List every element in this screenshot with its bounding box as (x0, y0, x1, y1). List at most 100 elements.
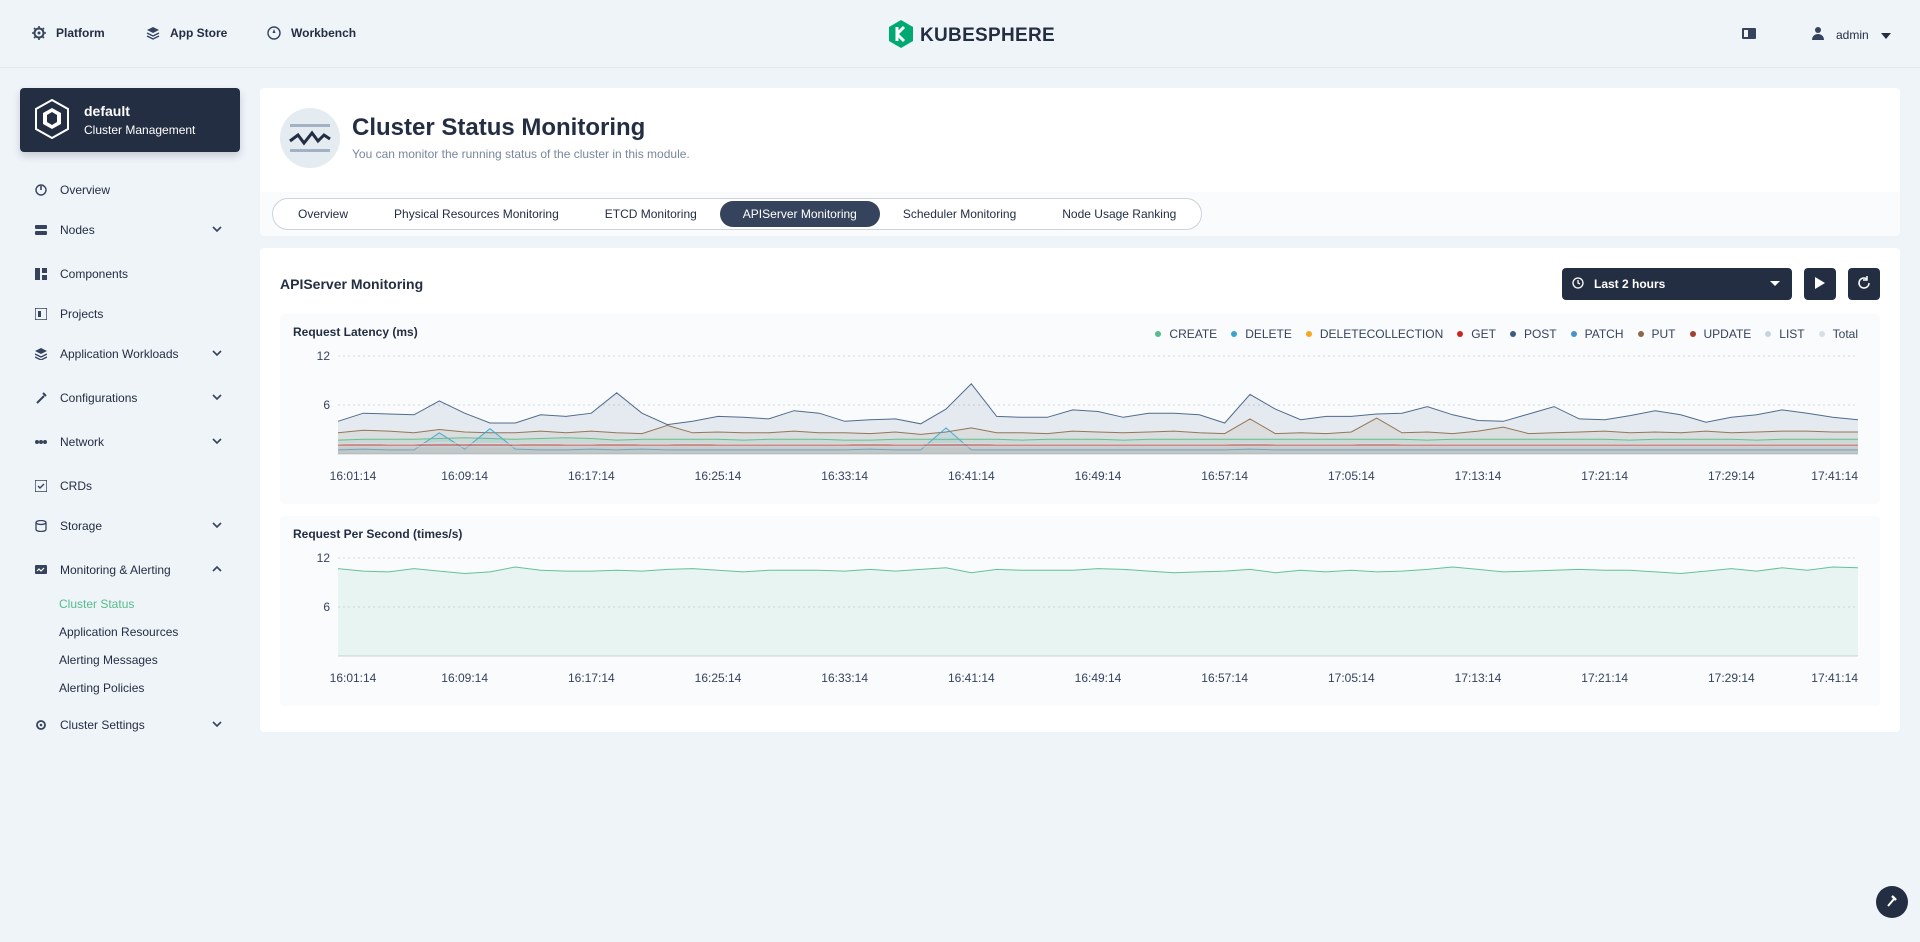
sidebar-subitem-cluster-status[interactable]: Cluster Status (59, 597, 134, 611)
sidebar-item-configurations[interactable]: Configurations (20, 386, 240, 410)
sidebar-item-label: CRDs (60, 479, 92, 493)
sidebar-item-label: Configurations (60, 391, 138, 405)
tab-scheduler-monitoring[interactable]: Scheduler Monitoring (880, 201, 1039, 227)
x-tick-label: 17:41:14 (1811, 671, 1858, 685)
nav-workbench-label: Workbench (291, 26, 357, 40)
cluster-subtitle: Cluster Management (84, 123, 196, 137)
apiserver-monitoring-panel: APIServer Monitoring Last 2 hours Reques… (260, 248, 1900, 732)
sidebar-item-label: Projects (60, 307, 104, 321)
cluster-selector[interactable]: default Cluster Management (20, 88, 240, 152)
page-header: Cluster Status Monitoring You can monito… (260, 88, 1900, 192)
tab-etcd-monitoring[interactable]: ETCD Monitoring (582, 201, 720, 227)
sidebar-item-components[interactable]: Components (20, 262, 240, 286)
user-menu[interactable]: admin (1812, 26, 1891, 43)
user-name: admin (1836, 27, 1869, 42)
sidebar-subitem-application-resources[interactable]: Application Resources (59, 625, 178, 639)
sidebar-item-network[interactable]: Network (20, 430, 240, 454)
x-tick-label: 16:33:14 (821, 469, 868, 483)
refresh-button[interactable] (1848, 268, 1880, 300)
tab-bar: Overview Physical Resources Monitoring E… (260, 192, 1900, 236)
logo-text: KUBESPHERE (920, 24, 1055, 46)
chevron-up-icon (210, 562, 224, 576)
x-tick-label: 16:41:14 (948, 671, 995, 685)
rps-chart-plot: 12 6 16:01:14 16:09:14 16:17:14 16:25:14 16:33… (317, 551, 1859, 685)
x-tick-label: 16:17:14 (568, 469, 615, 483)
kubesphere-logo[interactable]: KUBESPHERE (888, 20, 1055, 51)
sidebar-item-label: Components (60, 267, 129, 281)
wrench-icon (34, 391, 48, 405)
document-icon[interactable] (1742, 28, 1756, 39)
clock-icon (1572, 276, 1584, 292)
cluster-name: default (84, 103, 130, 119)
help-button[interactable] (1876, 886, 1908, 918)
x-tick-label: 16:17:14 (568, 671, 615, 685)
x-tick-label: 17:29:14 (1708, 469, 1755, 483)
settings-icon (34, 718, 48, 732)
panel-title: APIServer Monitoring (280, 276, 424, 292)
x-tick-label: 16:25:14 (695, 671, 742, 685)
chevron-down-icon (1880, 28, 1891, 42)
sidebar-item-label: Cluster Settings (60, 718, 145, 732)
x-tick-label: 17:05:14 (1328, 671, 1375, 685)
storage-icon (34, 519, 48, 533)
play-button[interactable] (1804, 268, 1836, 300)
sidebar-item-label: Storage (60, 519, 103, 533)
sidebar-item-nodes[interactable]: Nodes (20, 218, 240, 242)
series-area (338, 567, 1858, 656)
x-tick-label: 16:09:14 (441, 469, 488, 483)
user-icon (1812, 26, 1824, 43)
dashboard-icon (34, 183, 48, 197)
workloads-icon (34, 347, 48, 361)
sidebar-subitem-alerting-messages[interactable]: Alerting Messages (59, 653, 158, 667)
y-tick-label: 6 (323, 398, 330, 412)
y-tick-label: 12 (317, 551, 331, 565)
nav-app-store[interactable]: App Store (146, 26, 227, 40)
time-range-select[interactable]: Last 2 hours (1562, 268, 1792, 300)
chevron-down-icon (210, 390, 224, 404)
x-tick-label: 17:05:14 (1328, 469, 1375, 483)
x-tick-label: 17:41:14 (1811, 469, 1858, 483)
nav-workbench[interactable]: Workbench (267, 26, 356, 40)
sidebar-item-storage[interactable]: Storage (20, 514, 240, 538)
refresh-icon (1857, 275, 1871, 293)
y-tick-label: 12 (317, 349, 331, 363)
x-tick-label: 17:21:14 (1581, 469, 1628, 483)
tab-node-usage-ranking[interactable]: Node Usage Ranking (1039, 201, 1199, 227)
page-description: You can monitor the running status of th… (352, 147, 690, 161)
x-tick-label: 16:41:14 (948, 469, 995, 483)
tab-physical-resources-monitoring[interactable]: Physical Resources Monitoring (371, 201, 582, 227)
nav-platform[interactable]: Platform (32, 26, 105, 40)
top-navigation-bar: Platform App Store Workbench KUBESPHERE … (0, 0, 1920, 68)
nodes-icon (34, 223, 48, 237)
x-tick-label: 16:49:14 (1075, 671, 1122, 685)
tab-apiserver-monitoring[interactable]: APIServer Monitoring (719, 201, 880, 227)
chevron-down-icon (210, 518, 224, 532)
x-tick-label: 16:25:14 (695, 469, 742, 483)
time-range-value: Last 2 hours (1594, 277, 1666, 291)
chevron-down-icon (210, 346, 224, 360)
sidebar-item-overview[interactable]: Overview (20, 178, 240, 202)
sidebar-subitem-alerting-policies[interactable]: Alerting Policies (59, 681, 144, 695)
sidebar-item-label: Nodes (60, 223, 95, 237)
sidebar-item-application-workloads[interactable]: Application Workloads (20, 342, 240, 366)
cluster-hexagon-icon (34, 98, 70, 142)
sidebar-item-cluster-settings[interactable]: Cluster Settings (20, 713, 240, 737)
sidebar-item-crds[interactable]: CRDs (20, 474, 240, 498)
tab-overview[interactable]: Overview (275, 201, 371, 227)
chevron-down-icon (210, 717, 224, 731)
sidebar-item-projects[interactable]: Projects (20, 302, 240, 326)
nav-platform-label: Platform (56, 26, 105, 40)
sidebar-item-label: Application Workloads (60, 347, 179, 361)
network-icon (34, 435, 48, 449)
x-tick-label: 17:29:14 (1708, 671, 1755, 685)
monitor-icon (34, 563, 48, 577)
x-tick-label: 16:57:14 (1201, 469, 1248, 483)
components-icon (34, 267, 48, 281)
play-icon (1815, 276, 1825, 292)
x-tick-label: 16:01:14 (330, 469, 377, 483)
sidebar-item-monitoring-alerting[interactable]: Monitoring & Alerting (20, 558, 240, 582)
caret-down-icon (1770, 281, 1780, 286)
page-title: Cluster Status Monitoring (352, 114, 646, 141)
crd-icon (34, 479, 48, 493)
sidebar-item-label: Monitoring & Alerting (60, 563, 171, 577)
